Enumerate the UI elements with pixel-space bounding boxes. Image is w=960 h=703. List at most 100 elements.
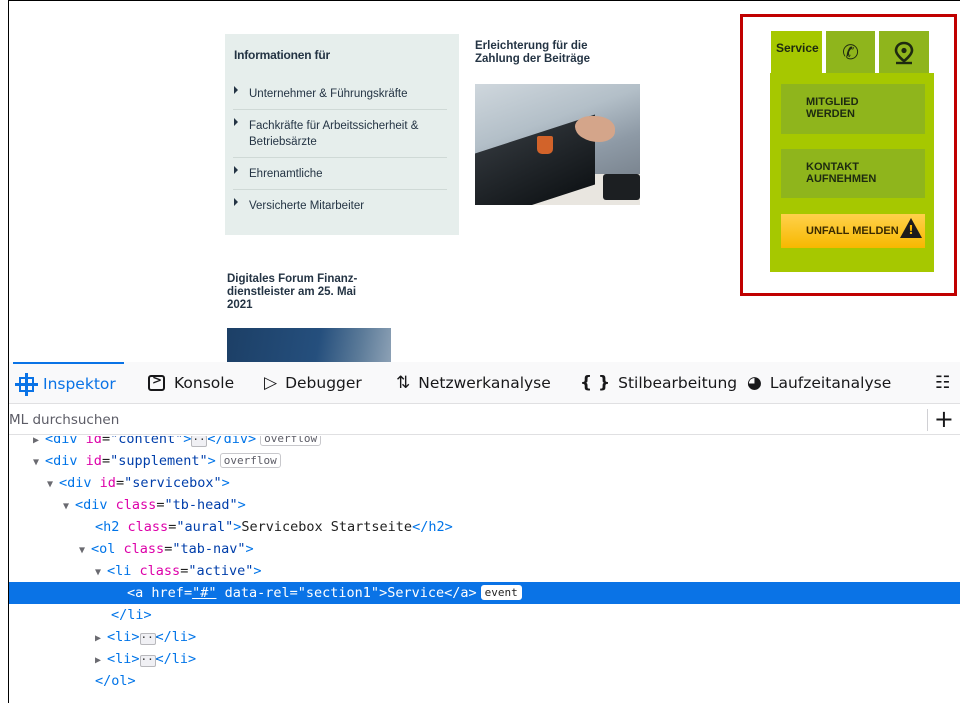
collapse-arrow-icon[interactable]: ▼ (63, 496, 75, 518)
tab-style-editor[interactable]: { } Stilbearbeitung (580, 362, 737, 404)
collapse-arrow-icon[interactable]: ▼ (47, 474, 59, 496)
node-text: Servicebox Startseite (241, 519, 413, 535)
forum-title-line: 2021 (227, 299, 253, 311)
tab-network[interactable]: ⇅ Netzwerkanalyse (396, 362, 551, 404)
collapse-arrow-icon[interactable]: ▼ (33, 452, 45, 474)
inspector-highlight-box (740, 14, 957, 296)
html-search-bar: + (9, 405, 960, 435)
overflow-badge[interactable]: overflow (260, 436, 322, 446)
tree-node-servicebox[interactable]: ▼ <div id="servicebox"> (9, 472, 960, 494)
inspector-icon (15, 372, 38, 396)
tree-node-li[interactable]: ▶ <li>···</li> (9, 626, 960, 648)
info-link-entrepreneurs[interactable]: Unternehmer & Führungskräfte (233, 80, 447, 110)
add-node-icon[interactable]: + (934, 406, 954, 432)
attr-name: id (99, 475, 116, 491)
tab-performance[interactable]: ◕ Laufzeitanalyse (747, 362, 891, 404)
attr-name: class (139, 563, 181, 579)
info-panel-title: Informationen für (234, 48, 330, 62)
info-link-label: Ehrenamtliche (249, 168, 323, 180)
tree-node-tb-head[interactable]: ▼ <div class="tb-head"> (9, 494, 960, 516)
tab-overflow[interactable]: ☷ (935, 362, 958, 404)
tree-node-li-close[interactable]: </li> (9, 604, 960, 626)
tree-node-li-active[interactable]: ▼ <li class="active"> (9, 560, 960, 582)
attr-value: "section1" (297, 585, 380, 601)
tree-node-content[interactable]: ▶ <div id="content">···</div> overflow (9, 436, 960, 450)
debugger-icon: ▷ (264, 372, 278, 393)
search-separator (927, 409, 928, 431)
node-text: Service (387, 585, 445, 601)
closing-tag: </li> (111, 607, 152, 623)
attr-name: id (85, 453, 102, 469)
attr-name: class (127, 519, 169, 535)
promo-image[interactable] (475, 84, 640, 205)
tag-name: li (115, 563, 132, 579)
tag-name: div (83, 497, 108, 513)
overflow-badge[interactable]: overflow (219, 453, 281, 468)
closing-tag: </li> (155, 629, 197, 645)
forum-title-line: Digitales Forum Finanz- (227, 273, 358, 285)
tab-label: Laufzeitanalyse (769, 374, 892, 392)
promo-title-link[interactable]: Erleichterung für die Zahlung der Beiträ… (475, 40, 635, 66)
attr-value: "aural" (176, 519, 234, 535)
attr-name: class (115, 497, 157, 513)
attr-name: data-rel (224, 585, 290, 601)
forum-title-link[interactable]: Digitales Forum Finanz- dienstleister am… (227, 273, 377, 312)
gauge-icon: ◕ (747, 372, 762, 393)
attr-value: "active" (188, 563, 254, 579)
info-link-employees[interactable]: Versicherte Mitarbeiter (233, 190, 447, 221)
tag-name: a (135, 585, 144, 601)
info-link-safety-specialists[interactable]: Fachkräfte für Arbeitssicherheit & Betri… (233, 110, 447, 158)
tag-name: div (67, 475, 92, 491)
tab-label: Debugger (285, 374, 362, 392)
attr-value: "tab-nav" (172, 541, 246, 557)
tree-node-li[interactable]: ▶ <li>···</li> (9, 648, 960, 670)
forum-title-line: dienstleister am 25. Mai (227, 286, 357, 298)
attr-value: "servicebox" (124, 475, 222, 491)
event-badge[interactable]: event (480, 585, 522, 600)
attr-name: class (123, 541, 165, 557)
triangle-bullet-icon (234, 86, 238, 94)
tab-console[interactable]: Konsole (148, 362, 234, 404)
forum-image[interactable] (227, 328, 391, 362)
attr-value: "content" (110, 436, 184, 447)
triangle-bullet-icon (234, 198, 238, 206)
tree-node-service-link-selected[interactable]: <a href="#" data-rel="section1">Service<… (9, 582, 960, 604)
html-search-input[interactable] (9, 410, 929, 430)
tree-node-supplement[interactable]: ▼ <div id="supplement"> overflow (9, 450, 960, 472)
tab-inspector[interactable]: Inspektor (13, 362, 124, 404)
collapsed-children-icon[interactable]: ··· (191, 436, 212, 447)
promo-image-mug (537, 136, 553, 154)
tab-label: Inspektor (43, 375, 116, 393)
promo-image-calculator (603, 174, 640, 200)
collapse-arrow-icon[interactable]: ▼ (95, 562, 107, 584)
collapse-arrow-icon[interactable]: ▼ (79, 540, 91, 562)
tag-name: h2 (103, 519, 120, 535)
tag-name: li (115, 629, 132, 645)
network-icon: ⇅ (396, 372, 411, 393)
collapsed-children-icon[interactable]: ··· (139, 632, 160, 645)
tab-debugger[interactable]: ▷ Debugger (264, 362, 362, 404)
tag-name: li (115, 651, 132, 667)
tab-label: Stilbearbeitung (618, 374, 738, 392)
info-link-label: Fachkräfte für Arbeitssicherheit & Betri… (249, 120, 419, 148)
tree-node-ol-close[interactable]: </ol> (9, 670, 960, 692)
memory-icon: ☷ (935, 372, 951, 393)
info-link-volunteers[interactable]: Ehrenamtliche (233, 158, 447, 190)
expand-arrow-icon[interactable]: ▶ (95, 650, 107, 672)
collapsed-children-icon[interactable]: ··· (139, 654, 160, 667)
web-page: Informationen für Unternehmer & Führungs… (9, 1, 960, 362)
markup-tree: ▶ <div id="content">···</div> overflow ▼ <d… (9, 436, 960, 703)
console-icon (148, 373, 165, 391)
info-link-label: Versicherte Mitarbeiter (249, 200, 365, 212)
info-list: Unternehmer & Führungskräfte Fachkräfte … (233, 80, 447, 221)
tree-node-tab-nav[interactable]: ▼ <ol class="tab-nav"> (9, 538, 960, 560)
tag-name: ol (99, 541, 116, 557)
braces-icon: { } (580, 372, 611, 393)
devtools-tabbar: Inspektor Konsole ▷ Debugger ⇅ Netzwerka… (9, 362, 960, 404)
attr-name: id (85, 436, 102, 447)
tag-name: div (53, 453, 78, 469)
expand-arrow-icon[interactable]: ▶ (95, 628, 107, 650)
tree-node-h2[interactable]: <h2 class="aural">Servicebox Startseite<… (9, 516, 960, 538)
triangle-bullet-icon (234, 166, 238, 174)
info-panel: Informationen für Unternehmer & Führungs… (225, 34, 459, 235)
